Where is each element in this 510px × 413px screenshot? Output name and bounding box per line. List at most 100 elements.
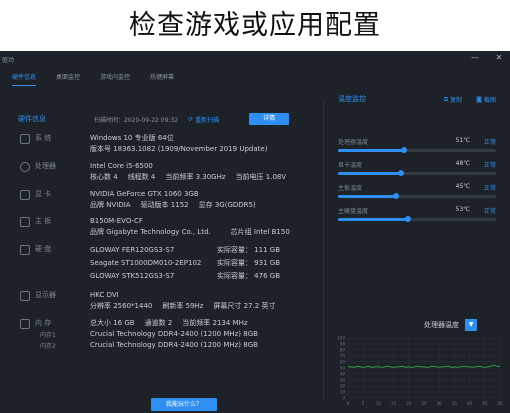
drive-item: GLOWAY STK512GS3-S7 实际容量： 476 GB — [90, 270, 280, 283]
memory-channel: 通道数 2 — [144, 319, 173, 327]
system-icon — [20, 134, 30, 144]
temperature-bar-fill — [338, 218, 408, 221]
monitor-size: 屏幕尺寸 27.2 英寸 — [213, 302, 276, 310]
rescan-label: 重新扫描 — [195, 116, 220, 124]
gpu-icon — [20, 190, 30, 200]
cpu-info: Intel Core i5-6500 核心数 4 线程数 4 当前频率 3.30… — [90, 161, 296, 183]
memory-size: 总大小 16 GB — [90, 319, 135, 327]
drive-capacity: 实际容量： 111 GB — [216, 246, 280, 254]
x-tick-label: 15 — [391, 401, 397, 406]
board-label: 主 板 — [35, 217, 52, 225]
tab-desktop-monitor[interactable]: 桌面监控 — [56, 67, 80, 89]
close-icon[interactable]: ✕ — [494, 53, 504, 63]
app-title: 驱动 — [2, 56, 15, 64]
temperature-status: 正常 — [483, 208, 496, 215]
monitor-icon — [20, 291, 30, 301]
os-name: Windows 10 专业版 64位 — [90, 134, 174, 142]
tab-bar: 硬件信息 桌面监控 游戏内监控 热键屏幕 — [0, 67, 510, 89]
disk-row: 硬 盘 GLOWAY FER120GS3-S7 实际容量： 111 GB Sea… — [20, 244, 280, 283]
y-tick-label: 0 — [342, 396, 345, 401]
monitor-refresh: 刷新率 59Hz — [162, 302, 204, 310]
cpu-threads: 线程数 4 — [127, 173, 156, 181]
drive-name: Seagate ST1000DM010-2EP102 — [90, 259, 202, 267]
cpu-freq: 当前频率 3.30GHz — [165, 173, 226, 181]
page-caption: 检查游戏或应用配置 — [129, 10, 381, 41]
temperature-value: 45℃ — [455, 183, 470, 190]
copy-label: 复制 — [450, 97, 463, 104]
temperature-bar — [338, 147, 496, 153]
cpu-details: 核心数 4 线程数 4 当前频率 3.30GHz 当前电压 1.08V — [90, 172, 296, 183]
temperature-actions: ⧉ 复制 ◙ 截图 — [444, 95, 496, 105]
cpu-row: 处理器 Intel Core i5-6500 核心数 4 线程数 4 当前频率 … — [20, 161, 296, 183]
system-category: 系 统 — [20, 133, 90, 155]
scan-time: 扫描时间：2020-09-22 09:32 — [94, 116, 179, 124]
temperature-label: 显卡温度 — [338, 162, 363, 169]
details-button[interactable]: 详情 — [249, 113, 290, 125]
temperature-bar — [338, 216, 496, 222]
title-bar: 驱动 — ✕ — [0, 51, 510, 67]
copy-button[interactable]: ⧉ 复制 — [444, 95, 463, 105]
drive-capacity: 实际容量： 931 GB — [216, 259, 280, 267]
screenshot-button[interactable]: ◙ 截图 — [476, 95, 496, 104]
screenshot-label: 截图 — [483, 97, 496, 104]
minimize-icon[interactable]: — — [470, 53, 480, 63]
memory-freq: 当前频率 2134 MHz — [182, 319, 248, 327]
board-brand: 品牌 Gigabyte Technology Co., Ltd. — [90, 228, 211, 236]
temperature-bar-knob — [404, 216, 411, 222]
temperature-title: 温度监控 — [338, 95, 366, 103]
temperature-status: 正常 — [483, 139, 496, 146]
x-tick-label: 45 — [482, 401, 488, 406]
system-row: 系 统 Windows 10 专业版 64位 版本号 18363.1082 (1… — [20, 133, 267, 155]
y-tick-label: 70 — [340, 354, 346, 359]
temperature-bar-fill — [338, 195, 397, 198]
cpu-cores: 核心数 4 — [90, 173, 118, 181]
disk-info: GLOWAY FER120GS3-S7 实际容量： 111 GB Seagate… — [90, 244, 280, 283]
gpu-driver: 驱动版本 1152 — [140, 201, 189, 209]
board-row: 主 板 B150M-EVO-CF 品牌 Gigabyte Technology … — [20, 216, 300, 238]
memory-slot1-label: 内存1 — [40, 332, 56, 339]
x-tick-label: 20 — [406, 401, 412, 406]
y-tick-label: 50 — [340, 366, 346, 371]
monitor-label: 显示器 — [35, 291, 56, 299]
y-tick-label: 80 — [340, 348, 346, 353]
tab-ingame-monitor[interactable]: 游戏内监控 — [100, 67, 130, 89]
tab-hotkey-screen[interactable]: 热键屏幕 — [150, 67, 174, 89]
temperature-bar — [338, 170, 496, 176]
x-tick-label: 35 — [452, 401, 458, 406]
disk-category: 硬 盘 — [20, 244, 90, 283]
x-tick-label: 5 — [362, 401, 365, 406]
monitor-row: 显示器 HKC DVI 分辨率 2560*1440 刷新率 59Hz 屏幕尺寸 … — [20, 290, 285, 312]
y-tick-label: 30 — [340, 378, 346, 383]
memory-slot2: Crucial Technology DDR4-2400 (1200 MHz) … — [90, 341, 258, 349]
x-tick-label: 40 — [467, 401, 473, 406]
gpu-brand: 品牌 NVIDIA — [90, 201, 131, 209]
temperature-value: 51℃ — [455, 137, 470, 144]
cpu-icon — [20, 162, 30, 172]
y-tick-label: 60 — [340, 360, 346, 365]
monitor-model: HKC DVI — [90, 291, 119, 299]
memory-label: 内 存 — [35, 319, 52, 327]
chevron-down-icon[interactable]: ▼ — [465, 319, 477, 331]
temperature-status: 正常 — [483, 185, 496, 192]
temperature-label: 处理器温度 — [338, 139, 369, 146]
tab-hardware-info[interactable]: 硬件信息 — [12, 67, 37, 89]
cpu-model: Intel Core i5-6500 — [90, 162, 153, 170]
temperature-status: 正常 — [483, 162, 496, 169]
disk-icon — [20, 245, 30, 255]
system-label: 系 统 — [35, 134, 52, 142]
memory-info: 总大小 16 GB 通道数 2 当前频率 2134 MHz Crucial Te… — [90, 318, 258, 351]
temperature-item: 显卡温度 48℃ 正常 — [338, 160, 496, 182]
temperature-chart: 10090807060504030201000 5 10 15 20 25 30 35 40 45… — [337, 336, 503, 407]
drive-name: GLOWAY FER120GS3-S7 — [90, 246, 175, 254]
y-tick-label: 20 — [340, 384, 346, 389]
sensor-select-label: 处理器温度 — [424, 321, 459, 329]
temperature-item: 处理器温度 51℃ 正常 — [338, 137, 496, 159]
window-controls: — ✕ — [470, 53, 504, 63]
cpu-voltage: 当前电压 1.08V — [235, 173, 287, 181]
board-chipset: 芯片组 Intel B150 — [230, 228, 290, 236]
temperature-label: 主硬盘温度 — [338, 208, 369, 215]
rescan-button[interactable]: ⟳ 重新扫描 — [188, 115, 219, 124]
y-tick-label: 100 — [337, 336, 345, 341]
what-can-i-play-button[interactable]: 我能玩什么？ — [151, 398, 217, 411]
x-tick-label: 25 — [421, 401, 427, 406]
